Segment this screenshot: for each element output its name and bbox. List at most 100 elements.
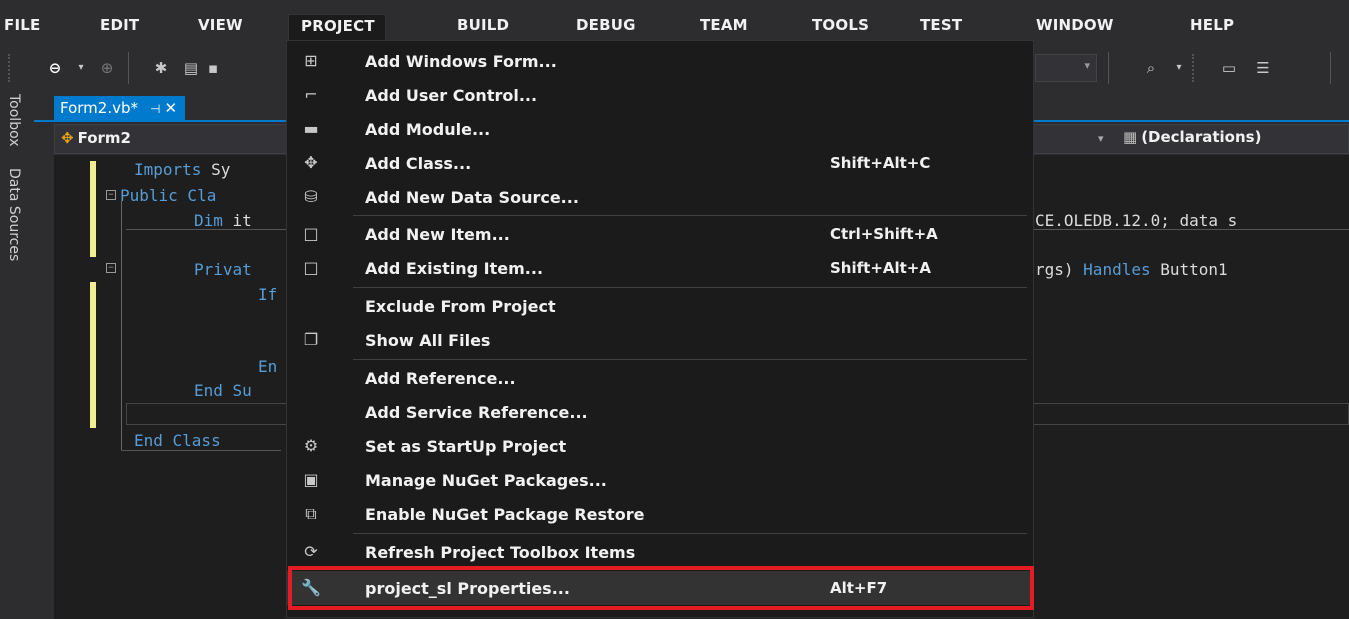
menu-separator: [353, 533, 1027, 534]
menu-item-label: Enable NuGet Package Restore: [365, 505, 645, 524]
menu-item-label: Set as StartUp Project: [365, 437, 567, 456]
toolbar-grip[interactable]: [8, 54, 12, 82]
menu-item-add-new-item[interactable]: □ Add New Item... Ctrl+Shift+A: [287, 217, 1033, 251]
member-dropdown-label: (Declarations): [1141, 128, 1262, 146]
tool-window-strip: Toolbox Data Sources: [0, 92, 34, 619]
menu-team[interactable]: TEAM: [700, 16, 748, 34]
menu-view[interactable]: VIEW: [198, 16, 243, 34]
find-icon[interactable]: ⌕: [1140, 58, 1162, 78]
menu-item-label: Manage NuGet Packages...: [365, 471, 607, 490]
menu-item-manage-nuget[interactable]: ▣ Manage NuGet Packages...: [287, 463, 1033, 497]
member-dropdown[interactable]: ▦ (Declarations): [1123, 128, 1261, 146]
menu-item-add-reference[interactable]: Add Reference...: [287, 361, 1033, 395]
add-data-source-icon: ⛁: [304, 187, 318, 206]
find-dropdown-icon[interactable]: ▾: [1168, 58, 1190, 78]
menu-item-label: Add Module...: [365, 120, 491, 139]
add-new-item-icon: □: [303, 224, 319, 243]
new-project-icon[interactable]: ✱: [150, 58, 172, 78]
tab-label: Form2.vb*: [60, 99, 138, 117]
tab-form2-vb[interactable]: Form2.vb* ⊣ ✕: [54, 96, 186, 122]
menu-build[interactable]: BUILD: [457, 16, 509, 34]
menu-item-label: Add Windows Form...: [365, 52, 557, 71]
menu-item-label: Refresh Project Toolbox Items: [365, 543, 636, 562]
menu-item-show-all-files[interactable]: ❐ Show All Files: [287, 323, 1033, 357]
toolbar-separator: [128, 52, 129, 84]
add-user-control-icon: ⌐: [304, 85, 318, 104]
toolbox-tab[interactable]: Toolbox: [6, 94, 22, 147]
outline-guide: [121, 201, 122, 450]
add-windows-form-icon: ⊞: [304, 51, 318, 70]
declarations-icon: ▦: [1123, 128, 1138, 146]
menu-item-set-startup-project[interactable]: ⚙ Set as StartUp Project: [287, 429, 1033, 463]
code-line: Imports Sy: [134, 160, 231, 179]
menu-bar: FILE EDIT VIEW PROJECT BUILD DEBUG TEAM …: [0, 0, 1349, 40]
code-line-tail: CE.OLEDB.12.0; data s: [1035, 211, 1238, 230]
menu-item-shortcut: Shift+Alt+C: [830, 154, 931, 172]
change-marker: [90, 161, 96, 257]
menu-item-label: project_sl Properties...: [365, 579, 570, 598]
collapse-icon[interactable]: −: [106, 263, 116, 273]
menu-item-add-windows-form[interactable]: ⊞ Add Windows Form...: [287, 44, 1033, 78]
menu-item-refresh-toolbox[interactable]: ⟳ Refresh Project Toolbox Items: [287, 535, 1033, 569]
menu-window[interactable]: WINDOW: [1036, 16, 1114, 34]
code-line: End Class: [134, 431, 221, 450]
forward-icon[interactable]: ⊕: [96, 58, 118, 78]
menu-item-shortcut: Alt+F7: [830, 579, 888, 597]
pin-icon[interactable]: ⊣: [150, 102, 160, 116]
menu-tools[interactable]: TOOLS: [812, 16, 869, 34]
change-marker: [90, 282, 96, 428]
menu-item-label: Add New Data Source...: [365, 188, 579, 207]
close-icon[interactable]: ✕: [164, 99, 177, 117]
class-icon: ✥: [61, 129, 74, 147]
code-line: If: [258, 285, 278, 304]
menu-file[interactable]: FILE: [4, 16, 40, 34]
code-line: Privat: [194, 260, 252, 279]
properties-icon[interactable]: ☰: [1252, 58, 1274, 78]
code-line: End Su: [194, 381, 252, 400]
nuget-package-icon: ▣: [303, 470, 319, 489]
collapse-icon[interactable]: −: [106, 190, 116, 200]
menu-separator: [353, 359, 1027, 360]
menu-item-label: Add Reference...: [365, 369, 516, 388]
chevron-down-icon: ▾: [1084, 59, 1090, 72]
solution-explorer-icon[interactable]: ▭: [1218, 58, 1240, 78]
back-dropdown-icon[interactable]: ▾: [70, 58, 92, 78]
menu-item-add-service-reference[interactable]: Add Service Reference...: [287, 395, 1033, 429]
menu-item-label: Add New Item...: [365, 225, 510, 244]
back-icon[interactable]: ⊖: [44, 58, 66, 78]
menu-test[interactable]: TEST: [920, 16, 962, 34]
save-icon[interactable]: ▪: [206, 58, 220, 78]
menu-item-label: Add User Control...: [365, 86, 538, 105]
menu-project[interactable]: PROJECT: [288, 14, 386, 40]
outline-guide: [121, 450, 281, 451]
show-all-files-icon: ❐: [303, 330, 319, 349]
menu-separator: [353, 287, 1027, 288]
open-file-icon[interactable]: ▤: [180, 58, 202, 78]
menu-item-add-user-control[interactable]: ⌐ Add User Control...: [287, 78, 1033, 112]
menu-item-add-class[interactable]: ✥ Add Class... Shift+Alt+C: [287, 146, 1033, 180]
menu-item-shortcut: Ctrl+Shift+A: [830, 225, 938, 243]
menu-help[interactable]: HELP: [1190, 16, 1234, 34]
chevron-down-icon[interactable]: ▾: [1098, 132, 1104, 145]
gear-icon: ⚙: [303, 436, 319, 455]
data-sources-tab[interactable]: Data Sources: [6, 168, 22, 261]
toolbar-separator: [1108, 52, 1109, 84]
code-line-tail: rgs) Handles Button1: [1035, 260, 1228, 279]
solution-config-combo[interactable]: ▾: [1035, 54, 1097, 82]
package-restore-icon: ⧉: [305, 504, 317, 523]
class-dropdown[interactable]: ✥ Form2: [61, 129, 131, 147]
menu-debug[interactable]: DEBUG: [576, 16, 636, 34]
menu-item-label: Add Class...: [365, 154, 472, 173]
menu-item-label: Exclude From Project: [365, 297, 556, 316]
menu-item-add-module[interactable]: ▬ Add Module...: [287, 112, 1033, 146]
menu-item-add-new-data-source[interactable]: ⛁ Add New Data Source...: [287, 180, 1033, 214]
code-line: En: [258, 357, 278, 376]
menu-item-project-properties[interactable]: 🔧 project_sl Properties... Alt+F7: [287, 571, 1033, 605]
menu-item-add-existing-item[interactable]: □ Add Existing Item... Shift+Alt+A: [287, 251, 1033, 285]
menu-item-label: Add Existing Item...: [365, 259, 544, 278]
menu-item-enable-nuget-restore[interactable]: ⧉ Enable NuGet Package Restore: [287, 497, 1033, 531]
toolbar-grip[interactable]: [1192, 54, 1196, 82]
add-module-icon: ▬: [303, 119, 319, 138]
menu-edit[interactable]: EDIT: [100, 16, 139, 34]
menu-item-exclude-from-project[interactable]: Exclude From Project: [287, 289, 1033, 323]
